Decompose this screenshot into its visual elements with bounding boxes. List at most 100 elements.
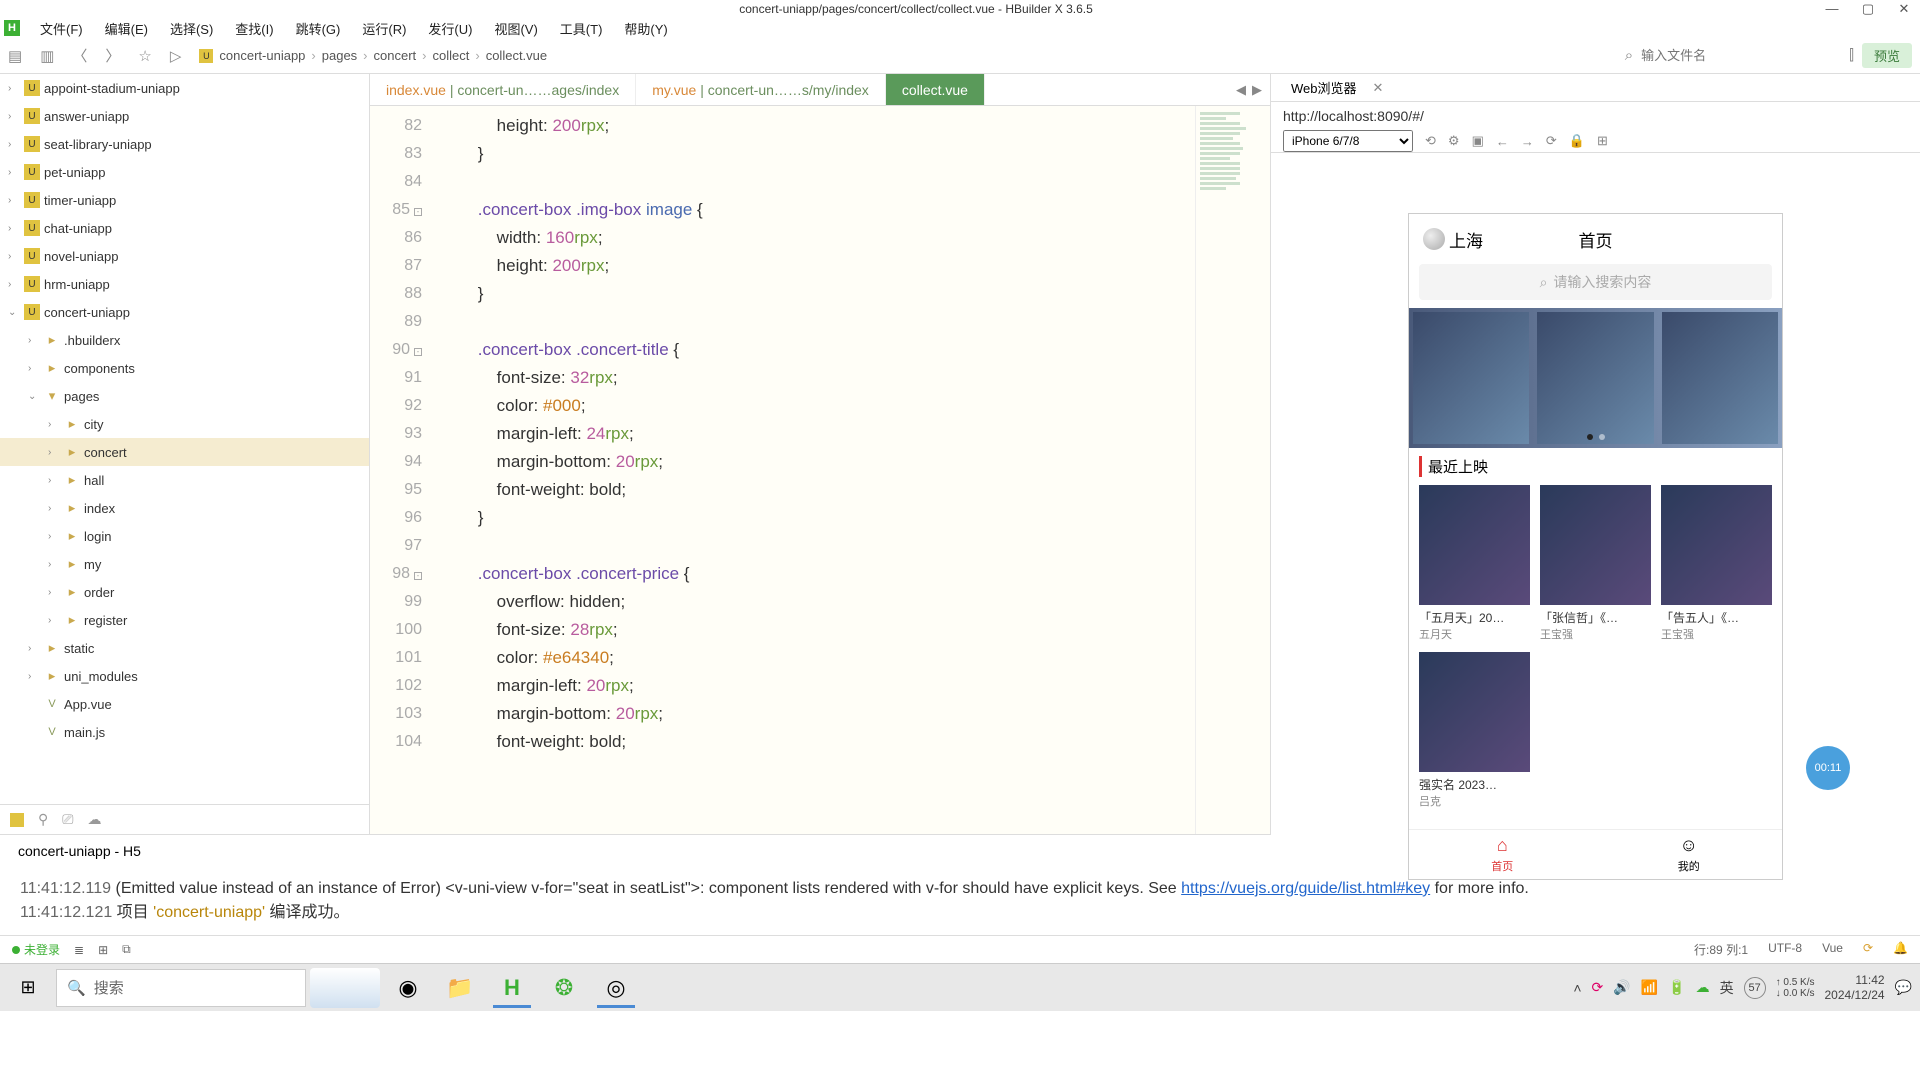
tree-item-appoint-stadium-uniapp[interactable]: ›Uappoint-stadium-uniapp <box>0 74 369 102</box>
hbuilder-icon[interactable]: H <box>488 968 536 1008</box>
tree-item-register[interactable]: ›▸register <box>0 606 369 634</box>
tree-item-index[interactable]: ›▸index <box>0 494 369 522</box>
sync-icon[interactable]: ⟳ <box>1863 941 1873 958</box>
tree-item-static[interactable]: ›▸static <box>0 634 369 662</box>
crumb-3[interactable]: collect <box>433 48 470 63</box>
system-clock[interactable]: 11:42 2024/12/24 <box>1825 973 1885 1002</box>
code-content[interactable]: height: 200rpx; } .concert-box .img-box … <box>430 106 1195 834</box>
tree-item-city[interactable]: ›▸city <box>0 410 369 438</box>
tree-item-concert-uniapp[interactable]: ⌄Uconcert-uniapp <box>0 298 369 326</box>
toggle-sidebar-icon[interactable]: ▤ <box>8 47 22 65</box>
tree-item-pages[interactable]: ⌄▾pages <box>0 382 369 410</box>
phone-simulator[interactable]: 上海 首页 ⌕ 请输入搜索内容 最近上映 「五月天」20… 五月天 <box>1408 213 1783 880</box>
tree-item-hall[interactable]: ›▸hall <box>0 466 369 494</box>
grid-icon[interactable]: ⊞ <box>98 943 108 957</box>
menu-file[interactable]: 文件(F) <box>30 17 93 40</box>
vue-docs-link[interactable]: https://vuejs.org/guide/list.html#key <box>1181 880 1430 897</box>
preview-url[interactable]: http://localhost:8090/#/ <box>1271 102 1920 130</box>
search-icon[interactable]: ⌕ <box>1625 47 1633 64</box>
tree-item-components[interactable]: ›▸components <box>0 354 369 382</box>
crumb-0[interactable]: concert-uniapp <box>219 48 305 63</box>
maximize-icon[interactable]: ▢ <box>1860 1 1876 17</box>
crumb-1[interactable]: pages <box>322 48 357 63</box>
menu-select[interactable]: 选择(S) <box>160 17 223 40</box>
ime-indicator[interactable]: 英 <box>1720 978 1734 998</box>
concert-card[interactable]: 强实名 2023… 吕克 <box>1419 652 1530 809</box>
nav-forward-icon[interactable]: 〉 <box>105 45 120 66</box>
onedrive-icon[interactable]: ☁ <box>1696 979 1710 996</box>
list-icon[interactable]: ≣ <box>74 943 84 957</box>
tree-item-order[interactable]: ›▸order <box>0 578 369 606</box>
close-icon[interactable]: ✕ <box>1896 1 1912 17</box>
menu-publish[interactable]: 发行(U) <box>418 17 482 40</box>
qr-icon[interactable]: ⊞ <box>1597 133 1608 149</box>
login-status[interactable]: 未登录 <box>12 941 60 958</box>
concert-card[interactable]: 「五月天」20… 五月天 <box>1419 485 1530 642</box>
tree-item-login[interactable]: ›▸login <box>0 522 369 550</box>
settings-icon[interactable]: ⚙ <box>1448 133 1460 149</box>
eclipse-icon[interactable]: ◉ <box>384 968 432 1008</box>
menu-find[interactable]: 查找(I) <box>225 17 283 40</box>
battery-icon[interactable]: 🔋 <box>1668 979 1685 996</box>
weather-widget[interactable] <box>310 968 380 1008</box>
start-button[interactable]: ⊞ <box>4 968 52 1008</box>
concert-card[interactable]: 「告五人」《… 王宝强 <box>1661 485 1772 642</box>
tree-item-answer-uniapp[interactable]: ›Uanswer-uniapp <box>0 102 369 130</box>
tree-item-App.vue[interactable]: VApp.vue <box>0 690 369 718</box>
filter-icon[interactable]: ⫿ <box>1849 47 1854 64</box>
terminal-icon[interactable]: ⎚ <box>62 811 73 828</box>
preview-tab[interactable]: Web浏览器 <box>1283 74 1365 101</box>
tree-item-concert[interactable]: ›▸concert <box>0 438 369 466</box>
tab-collect[interactable]: collect.vue <box>886 74 985 105</box>
recording-timer[interactable]: 00:11 <box>1806 746 1850 790</box>
tray-expand-icon[interactable]: ˄ <box>1573 980 1581 996</box>
file-search-input[interactable] <box>1641 48 1841 63</box>
tab-next-icon[interactable]: ▶ <box>1252 82 1262 98</box>
menu-run[interactable]: 运行(R) <box>352 17 416 40</box>
chrome-icon[interactable]: ◎ <box>592 968 640 1008</box>
tab-prev-icon[interactable]: ◀ <box>1236 82 1246 98</box>
tab-index[interactable]: index.vue | concert-un……ages/index <box>370 74 636 105</box>
tree-item-novel-uniapp[interactable]: ›Unovel-uniapp <box>0 242 369 270</box>
menu-tools[interactable]: 工具(T) <box>550 17 613 40</box>
tray-badge[interactable]: 57 <box>1744 977 1766 999</box>
tray-sync-icon[interactable]: ⟳ <box>1592 979 1604 996</box>
encoding[interactable]: UTF-8 <box>1768 941 1802 958</box>
notifications-icon[interactable]: 💬 <box>1895 979 1912 996</box>
refresh-icon[interactable]: ⟳ <box>1546 133 1557 149</box>
minimap[interactable] <box>1195 106 1270 834</box>
run-icon[interactable]: ▷ <box>170 47 182 65</box>
save-icon[interactable]: ▥ <box>40 47 54 65</box>
star-icon[interactable]: ☆ <box>138 47 151 65</box>
menu-help[interactable]: 帮助(Y) <box>614 17 677 40</box>
tree-item-.hbuilderx[interactable]: ›▸.hbuilderx <box>0 326 369 354</box>
sidebar-launch-icon[interactable] <box>10 813 24 827</box>
crumb-2[interactable]: concert <box>374 48 417 63</box>
line-gutter[interactable]: 82838485-8687888990-9192939495969798-991… <box>370 106 430 834</box>
rotate-icon[interactable]: ⟲ <box>1425 133 1436 149</box>
language-mode[interactable]: Vue <box>1822 941 1843 958</box>
file-explorer[interactable]: ›Uappoint-stadium-uniapp ›Uanswer-uniapp… <box>0 74 370 834</box>
minimize-icon[interactable]: — <box>1824 1 1840 17</box>
volume-icon[interactable]: 🔊 <box>1613 979 1630 996</box>
nav-back-icon[interactable]: 〈 <box>72 45 87 66</box>
city-picker[interactable]: 上海 <box>1423 227 1483 252</box>
explorer-icon[interactable]: 📁 <box>436 968 484 1008</box>
tabbar-mine[interactable]: ☺ 我的 <box>1596 830 1783 879</box>
phone-search-input[interactable]: ⌕ 请输入搜索内容 <box>1419 264 1772 300</box>
menu-edit[interactable]: 编辑(E) <box>95 17 158 40</box>
link-icon[interactable]: ⧉ <box>122 942 131 957</box>
concert-card[interactable]: 「张信哲」《… 王宝强 <box>1540 485 1651 642</box>
tree-item-main.js[interactable]: Vmain.js <box>0 718 369 746</box>
device-select[interactable]: iPhone 6/7/8 <box>1283 130 1413 152</box>
banner-carousel[interactable] <box>1409 308 1782 448</box>
menu-goto[interactable]: 跳转(G) <box>286 17 351 40</box>
tab-my[interactable]: my.vue | concert-un……s/my/index <box>636 74 886 105</box>
back-icon[interactable]: ← <box>1496 134 1509 149</box>
tree-item-hrm-uniapp[interactable]: ›Uhrm-uniapp <box>0 270 369 298</box>
cloud-icon[interactable]: ☁ <box>87 811 101 828</box>
menu-view[interactable]: 视图(V) <box>484 17 547 40</box>
tree-item-chat-uniapp[interactable]: ›Uchat-uniapp <box>0 214 369 242</box>
preview-tab-close-icon[interactable]: ✕ <box>1373 80 1384 96</box>
crumb-4[interactable]: collect.vue <box>486 48 547 63</box>
